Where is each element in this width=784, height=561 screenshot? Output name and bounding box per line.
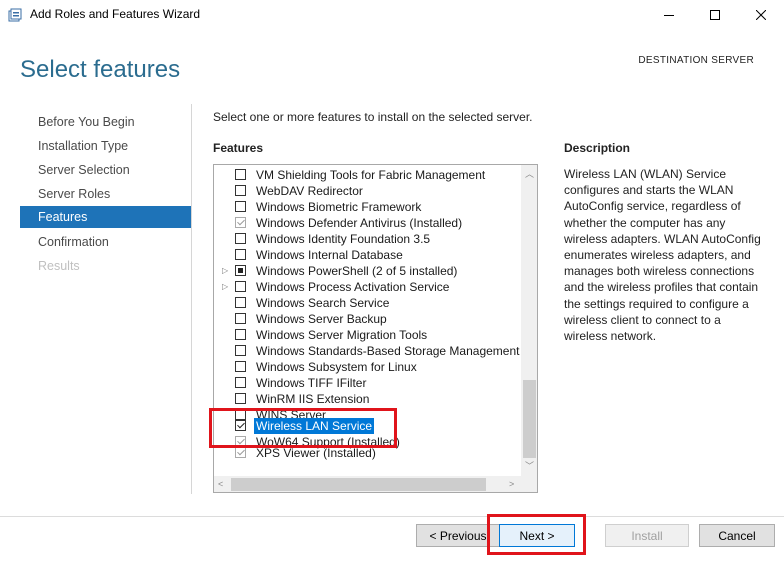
feature-checkbox[interactable] <box>235 377 246 388</box>
feature-label: Windows Subsystem for Linux <box>256 360 417 374</box>
nav-item-before-you-begin[interactable]: Before You Begin <box>20 111 191 133</box>
feature-checkbox[interactable] <box>235 281 246 292</box>
feature-checkbox[interactable] <box>235 393 246 404</box>
feature-checkbox[interactable] <box>235 233 246 244</box>
minimize-button[interactable] <box>646 0 692 30</box>
footer-divider <box>0 516 784 517</box>
maximize-icon <box>710 10 720 20</box>
nav-item-features[interactable]: Features <box>20 206 191 228</box>
nav-item-installation-type[interactable]: Installation Type <box>20 135 191 157</box>
nav-item-confirmation[interactable]: Confirmation <box>20 231 191 253</box>
install-button: Install <box>605 524 689 547</box>
maximize-button[interactable] <box>692 0 738 30</box>
scroll-left-icon[interactable]: < <box>218 479 223 489</box>
feature-row[interactable]: ▷ Windows Process Activation Service <box>214 279 522 295</box>
feature-row[interactable]: WebDAV Redirector <box>214 183 522 199</box>
feature-row[interactable]: Windows Search Service <box>214 295 522 311</box>
close-icon <box>756 10 766 20</box>
feature-row[interactable]: Windows Biometric Framework <box>214 199 522 215</box>
vertical-scroll-thumb[interactable] <box>523 380 536 458</box>
feature-label: Windows Standards-Based Storage Manageme… <box>256 344 520 358</box>
highlight-box-next <box>487 514 586 555</box>
feature-label: Windows Search Service <box>256 296 390 310</box>
feature-checkbox[interactable] <box>235 249 246 260</box>
feature-label: Windows Biometric Framework <box>256 200 422 214</box>
expand-icon[interactable]: ▷ <box>222 279 232 295</box>
feature-label: Windows TIFF IFilter <box>256 376 367 390</box>
feature-checkbox[interactable] <box>235 361 246 372</box>
page-title: Select features <box>20 56 181 83</box>
title-bar: Add Roles and Features Wizard <box>0 0 784 30</box>
feature-row[interactable]: Windows Identity Foundation 3.5 <box>214 231 522 247</box>
feature-label: Windows Defender Antivirus (Installed) <box>256 216 463 230</box>
nav-item-server-selection[interactable]: Server Selection <box>20 159 191 181</box>
feature-row[interactable]: VM Shielding Tools for Fabric Management <box>214 167 522 183</box>
close-button[interactable] <box>738 0 784 30</box>
server-manager-icon <box>8 8 22 22</box>
feature-row[interactable]: Windows Internal Database <box>214 247 522 263</box>
feature-checkbox[interactable] <box>235 265 246 276</box>
highlight-box-wireless-lan <box>209 408 397 448</box>
feature-checkbox[interactable] <box>235 201 246 212</box>
feature-label: Windows Process Activation Service <box>256 280 450 294</box>
feature-checkbox[interactable] <box>235 313 246 324</box>
intro-text: Select one or more features to install o… <box>213 110 533 124</box>
feature-label: Windows Internal Database <box>256 248 403 262</box>
destination-server-label: DESTINATION SERVER <box>638 55 754 66</box>
features-header: Features <box>213 141 264 155</box>
feature-row[interactable]: Windows TIFF IFilter <box>214 375 522 391</box>
scroll-down-icon[interactable]: ﹀ <box>525 459 534 472</box>
window-title: Add Roles and Features Wizard <box>30 7 201 21</box>
feature-row[interactable]: Windows Standards-Based Storage Manageme… <box>214 343 522 359</box>
feature-row[interactable]: Windows Defender Antivirus (Installed) <box>214 215 522 231</box>
feature-row[interactable]: WinRM IIS Extension <box>214 391 522 407</box>
feature-label: Windows Server Migration Tools <box>256 328 428 342</box>
description-header: Description <box>564 141 631 155</box>
scroll-up-icon[interactable]: ︿ <box>525 167 534 180</box>
horizontal-scroll-thumb[interactable] <box>231 478 486 491</box>
feature-checkbox[interactable] <box>235 185 246 196</box>
feature-label: VM Shielding Tools for Fabric Management <box>256 168 486 182</box>
feature-label: Windows PowerShell (2 of 5 installed) <box>256 264 458 278</box>
minimize-icon <box>664 15 674 16</box>
feature-label: WinRM IIS Extension <box>256 392 370 406</box>
feature-checkbox[interactable] <box>235 297 246 308</box>
expand-icon[interactable]: ▷ <box>222 263 232 279</box>
feature-label: WebDAV Redirector <box>256 184 363 198</box>
feature-checkbox[interactable] <box>235 329 246 340</box>
feature-checkbox <box>235 447 246 458</box>
nav-item-server-roles[interactable]: Server Roles <box>20 183 191 205</box>
cancel-button[interactable]: Cancel <box>699 524 775 547</box>
scroll-right-icon[interactable]: > <box>509 479 514 489</box>
feature-row[interactable]: Windows Server Migration Tools <box>214 327 522 343</box>
feature-label: Windows Server Backup <box>256 312 387 326</box>
nav-item-results: Results <box>38 259 80 273</box>
description-text: Wireless LAN (WLAN) Service configures a… <box>564 167 761 344</box>
feature-checkbox[interactable] <box>235 169 246 180</box>
nav-divider <box>191 104 192 494</box>
feature-row[interactable]: Windows Server Backup <box>214 311 522 327</box>
feature-checkbox[interactable] <box>235 345 246 356</box>
feature-row[interactable]: Windows Subsystem for Linux <box>214 359 522 375</box>
feature-row[interactable]: ▷ Windows PowerShell (2 of 5 installed) <box>214 263 522 279</box>
feature-checkbox <box>235 217 246 228</box>
feature-label: Windows Identity Foundation 3.5 <box>256 232 431 246</box>
